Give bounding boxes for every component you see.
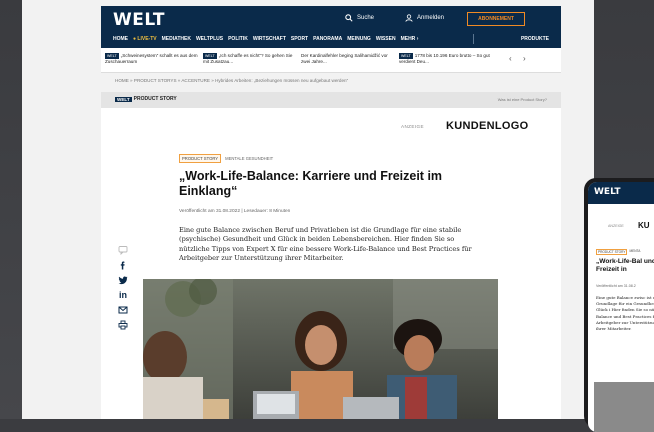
login-label: Anmelden xyxy=(417,15,445,21)
linkedin-icon[interactable]: in xyxy=(118,289,129,300)
nav-home[interactable]: HOME xyxy=(113,36,128,42)
teaser-text: Der Kardinalfehler beging Salihamidžić v… xyxy=(301,53,388,64)
phone-article-lead: Eine gute Balance zwisc ist die Grundlag… xyxy=(596,295,654,332)
phone-anzeige-label: ANZEIGE xyxy=(608,224,624,228)
product-story-welt-mark: WELT xyxy=(115,96,132,102)
tag-topic[interactable]: MENTALE GESUNDHEIT xyxy=(225,156,273,161)
nav-mehr-label: MEHR xyxy=(400,36,416,42)
teaser-item[interactable]: WELT „Schweinesystem“ schallt es aus dem … xyxy=(105,53,200,65)
anzeige-label: ANZEIGE xyxy=(401,124,424,129)
nav-sport[interactable]: SPORT xyxy=(291,36,308,42)
teaser-item[interactable]: WELT „Ich schaffe es nicht“? So gehen Sie… xyxy=(203,53,298,65)
share-bar: in xyxy=(117,244,129,330)
login-button[interactable]: Anmelden xyxy=(405,14,444,22)
product-story-bar: WELT PRODUCT STORY Was ist eine Product S… xyxy=(101,92,561,108)
phone-mockup: WELT ANZEIGE KU PRODUCT STORY MENTA „Wor… xyxy=(584,178,654,432)
phone-article-meta: Veröffentlicht am 31.08.2 xyxy=(596,284,636,288)
article-tags: PRODUCT STORY MENTALE GESUNDHEIT xyxy=(179,154,273,163)
site-header: WELT Suche Anmelden ABONNEMENT HOME ● LI… xyxy=(101,6,561,48)
product-story-badge: WELT PRODUCT STORY xyxy=(115,96,177,102)
nav-politik[interactable]: POLITIK xyxy=(228,36,248,42)
phone-article-title: „Work-Life-Bal und Freizeit in xyxy=(596,258,654,273)
nav-live-tv-label: LIVE-TV xyxy=(137,36,157,42)
nav-live-tv[interactable]: ● LIVE-TV xyxy=(133,36,157,42)
teaser-text: „Schweinesystem“ schallt es aus dem Zusc… xyxy=(105,53,198,64)
comment-icon[interactable] xyxy=(118,244,129,255)
twitter-icon[interactable] xyxy=(118,274,129,285)
product-story-info-link[interactable]: Was ist eine Product Story? xyxy=(498,97,547,102)
nav-meinung[interactable]: MEINUNG xyxy=(347,36,371,42)
nav-wissen[interactable]: WISSEN xyxy=(376,36,396,42)
email-icon[interactable] xyxy=(118,304,129,315)
article-container: ANZEIGE KUNDENLOGO PRODUCT STORY MENTALE… xyxy=(101,108,561,419)
user-icon xyxy=(405,14,413,22)
search-label: Suche xyxy=(357,15,375,21)
welt-logo[interactable]: WELT xyxy=(113,10,165,30)
search-icon xyxy=(345,14,353,22)
main-nav: HOME ● LIVE-TV MEDIATHEK WELTPLUS POLITI… xyxy=(113,36,418,42)
nav-panorama[interactable]: PANORAMA xyxy=(313,36,342,42)
kundenlogo: KUNDENLOGO xyxy=(446,120,529,132)
nav-divider xyxy=(473,34,474,44)
phone-tag-topic[interactable]: MENTA xyxy=(629,249,640,255)
article-hero-image xyxy=(143,279,498,419)
phone-welt-logo[interactable]: WELT xyxy=(594,187,620,197)
nav-mediathek[interactable]: MEDIATHEK xyxy=(162,36,191,42)
nav-produkte[interactable]: PRODUKTE xyxy=(521,36,549,42)
article-title: „Work-Life-Balance: Karriere und Freizei… xyxy=(179,169,443,198)
abonnement-button[interactable]: ABONNEMENT xyxy=(467,12,525,26)
nav-mehr[interactable]: MEHR › xyxy=(401,36,419,42)
nav-weltplus[interactable]: WELTPLUS xyxy=(196,36,223,42)
phone-tags: PRODUCT STORY MENTA xyxy=(596,249,640,255)
product-story-label: PRODUCT STORY xyxy=(133,96,177,102)
phone-tag-product-story[interactable]: PRODUCT STORY xyxy=(596,249,628,255)
article-meta: Veröffentlicht am 31.08.2022 | Lesedauer… xyxy=(179,209,291,214)
search-button[interactable]: Suche xyxy=(345,14,374,22)
breadcrumb[interactable]: HOME » PRODUCT STORYS » ACCENTURE » Hybr… xyxy=(115,78,348,83)
nav-wirtschaft[interactable]: WIRTSCHAFT xyxy=(253,36,286,42)
teaser-item[interactable]: WELT 1778 bis 10.196 Euro brutto – So gut… xyxy=(399,53,494,65)
teaser-item[interactable]: Der Kardinalfehler beging Salihamidžić v… xyxy=(301,53,396,65)
chevron-right-icon[interactable]: › xyxy=(523,54,526,63)
phone-kundenlogo: KU xyxy=(638,221,650,230)
facebook-icon[interactable] xyxy=(118,259,129,270)
phone-screen: WELT ANZEIGE KU PRODUCT STORY MENTA „Wor… xyxy=(588,182,654,432)
article-lead: Eine gute Balance zwischen Beruf und Pri… xyxy=(179,226,472,263)
tag-product-story[interactable]: PRODUCT STORY xyxy=(179,154,222,163)
phone-hero-image xyxy=(594,382,654,432)
teaser-strip: WELT „Schweinesystem“ schallt es aus dem … xyxy=(101,48,561,73)
chevron-left-icon[interactable]: ‹ xyxy=(509,54,512,63)
chevron-right-icon: › xyxy=(416,36,419,42)
print-icon[interactable] xyxy=(118,319,129,330)
phone-header: WELT xyxy=(588,182,654,204)
